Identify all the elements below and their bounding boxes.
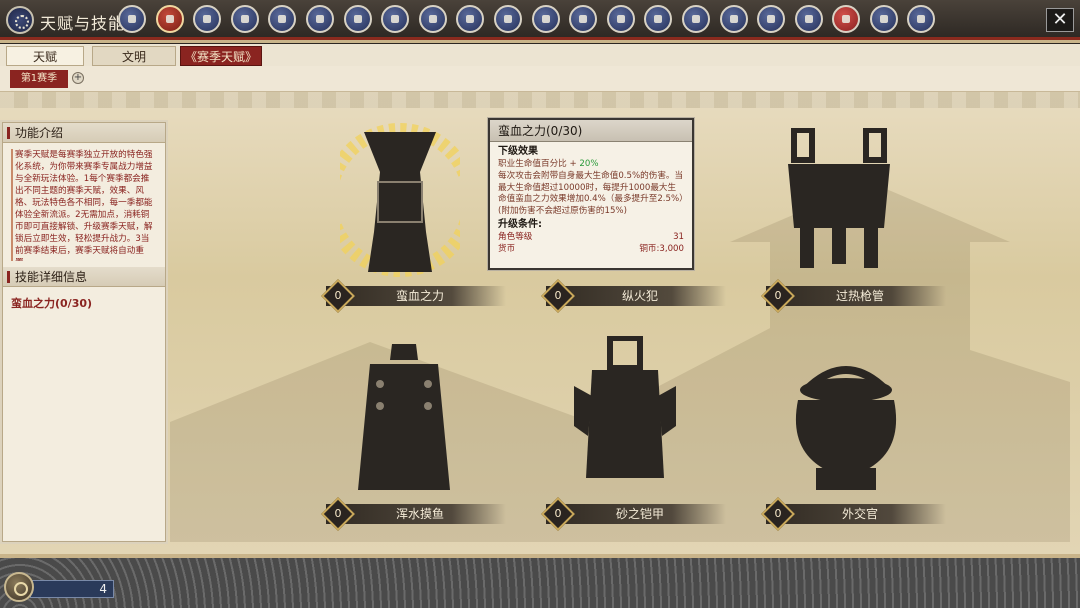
effect-line: 职业生命值百分比 + 20% — [498, 159, 684, 171]
skill-name: 砂之铠甲 — [615, 507, 664, 521]
currency-counter: 4 — [30, 580, 114, 598]
nav-menu-icon[interactable] — [305, 5, 334, 33]
skill-name: 浑水摸鱼 — [395, 507, 444, 521]
season-tab-1[interactable]: 第1赛季 — [10, 70, 68, 88]
effect-prefix: 职业生命值百分比 + — [498, 159, 580, 169]
nav-menu-icon[interactable] — [193, 5, 222, 33]
skill-level: 0 — [554, 507, 562, 520]
tab-season-talent-label: 赛季天赋 — [196, 50, 245, 64]
skill-card[interactable]: 0 外交官 — [761, 497, 946, 531]
skill-name: 外交官 — [841, 507, 878, 521]
skill-card[interactable]: 0 浑水摸鱼 — [321, 497, 506, 531]
selected-skill-name: 蛮血之力(0/30) — [11, 297, 93, 310]
nav-menu-icon[interactable] — [794, 5, 823, 33]
skill-tooltip: 蛮血之力(0/30) 下级效果 职业生命值百分比 + 20% 每次攻击会附带自身… — [488, 118, 694, 270]
upgrade-heading: 升级条件: — [498, 218, 542, 230]
talent-logo-icon — [6, 6, 34, 34]
detail-heading: 技能详细信息 — [3, 267, 165, 287]
requirement-row: 角色等级 31 — [498, 232, 684, 244]
nav-menu-icon[interactable] — [832, 5, 861, 33]
nav-menu-icon[interactable] — [343, 5, 372, 33]
nav-menu-icon[interactable] — [606, 5, 635, 33]
effect-description: 每次攻击会附带自身最大生命值0.5%的伤害。当最大生命值超过10000时，每提升… — [498, 170, 684, 217]
nav-menu-icon[interactable] — [118, 5, 146, 33]
skill-card[interactable]: 0 砂之铠甲 — [541, 497, 726, 531]
skill-level: 0 — [334, 507, 342, 520]
season-tab-label: 第1赛季 — [20, 73, 58, 84]
tab-civilization[interactable]: 文明 — [92, 46, 176, 66]
season-tabs: 第1赛季 + — [0, 66, 1080, 92]
nav-menu-icon[interactable] — [681, 5, 710, 33]
tab-season-talent[interactable]: 《赛季天赋》 — [180, 46, 262, 66]
bronze-bell-icon[interactable] — [574, 336, 676, 488]
zun-vessel-icon[interactable] — [340, 122, 460, 278]
skill-level: 0 — [774, 289, 782, 302]
nav-menu-icon[interactable] — [757, 5, 786, 33]
nav-icon-bar — [118, 5, 936, 33]
req-level-label: 角色等级 — [498, 231, 533, 242]
tooltip-title: 蛮血之力(0/30) — [490, 120, 692, 142]
info-panel: 功能介绍 赛季天赋是每赛季独立开放的特色强化系统，为你带来赛季专属战力增益与全新… — [2, 122, 166, 542]
nav-menu-icon[interactable] — [569, 5, 598, 33]
effect-value: 20% — [579, 159, 599, 169]
nav-menu-icon[interactable] — [230, 5, 259, 33]
intro-text[interactable]: 赛季天赋是每赛季独立开放的特色强化系统，为你带来赛季专属战力增益与全新玩法体验。… — [11, 149, 153, 261]
main-tabs: 天赋 文明 《赛季天赋》 — [0, 44, 1080, 66]
coin-icon — [4, 572, 34, 602]
skill-card[interactable]: 0 蛮血之力 — [321, 279, 506, 313]
skill-level: 0 — [334, 289, 342, 302]
req-level-value: 31 — [673, 231, 684, 242]
nav-menu-icon[interactable] — [907, 5, 936, 33]
nav-menu-icon[interactable] — [719, 5, 748, 33]
nav-menu-icon[interactable] — [381, 5, 410, 33]
skill-name: 过热枪管 — [835, 289, 884, 303]
skill-level: 0 — [554, 289, 562, 302]
nav-menu-icon[interactable] — [268, 5, 297, 33]
tab-talent-label: 天赋 — [32, 50, 57, 64]
req-currency-value: 铜币:3,000 — [639, 243, 684, 254]
you-vessel-icon[interactable] — [786, 360, 906, 492]
tab-civilization-label: 文明 — [121, 50, 146, 64]
nav-menu-icon[interactable] — [493, 5, 522, 33]
nav-menu-icon[interactable] — [155, 5, 184, 33]
nav-menu-icon[interactable] — [869, 5, 898, 33]
skill-card[interactable]: 0 纵火犯 — [541, 279, 726, 313]
intro-heading: 功能介绍 — [3, 123, 165, 143]
skill-name: 纵火犯 — [621, 289, 658, 303]
chevron-right-icon: 》 — [245, 50, 258, 64]
nav-menu-icon[interactable] — [456, 5, 485, 33]
nav-menu-icon[interactable] — [644, 5, 673, 33]
close-button[interactable]: ✕ — [1046, 8, 1074, 32]
req-currency-label: 货币 — [498, 243, 516, 254]
skill-name: 蛮血之力 — [395, 289, 444, 303]
tab-talent[interactable]: 天赋 — [6, 46, 84, 66]
nav-menu-icon[interactable] — [418, 5, 447, 33]
next-effect-heading: 下级效果 — [498, 146, 538, 157]
ding-cauldron-icon[interactable] — [784, 128, 894, 270]
requirement-row: 货币 铜币:3,000 — [498, 244, 684, 256]
chevron-left-icon: 《 — [184, 50, 197, 64]
window-title: 天赋与技能 — [40, 14, 126, 33]
top-bar: 天赋与技能 ✕ — [0, 0, 1080, 43]
bottom-bar: 4 — [0, 554, 1080, 608]
skill-card[interactable]: 0 过热枪管 — [761, 279, 946, 313]
bell-icon[interactable] — [356, 344, 452, 490]
nav-menu-icon[interactable] — [531, 5, 560, 33]
add-season-button[interactable]: + — [72, 72, 84, 84]
skill-level: 0 — [774, 507, 782, 520]
